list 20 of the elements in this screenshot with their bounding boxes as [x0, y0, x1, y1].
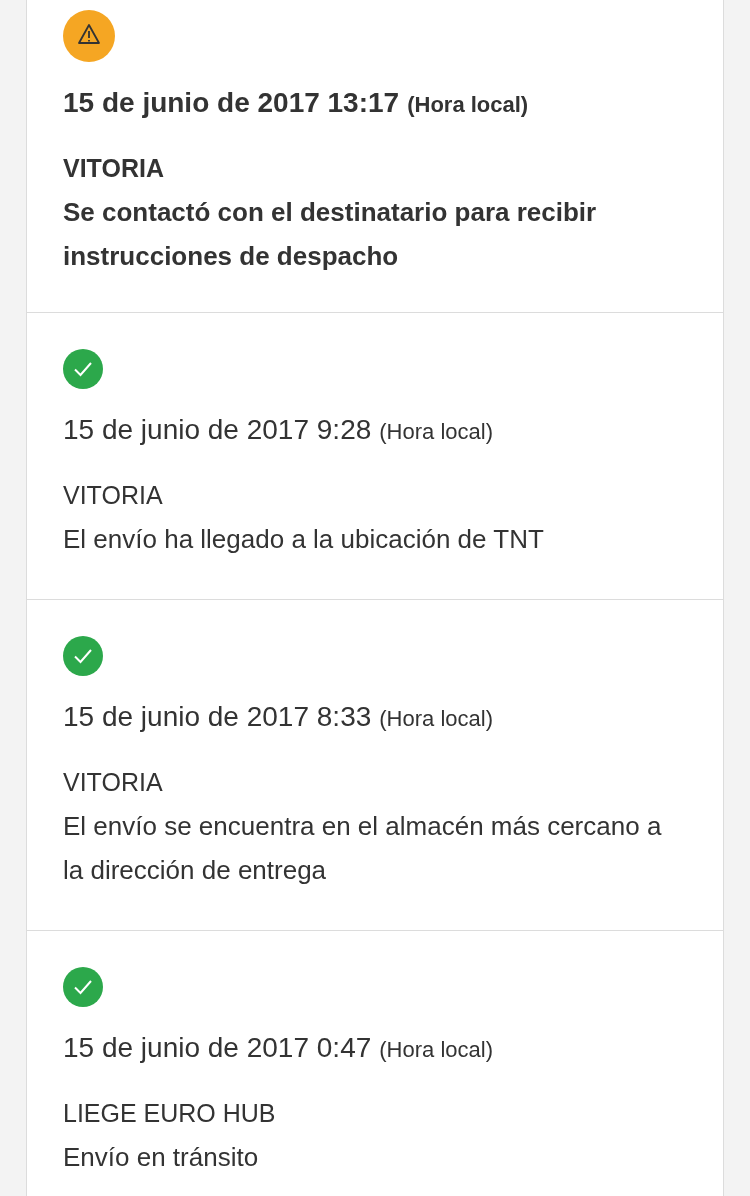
time-zone-label: (Hora local) [407, 91, 529, 119]
time-zone-label: (Hora local) [379, 418, 493, 446]
warning-icon [63, 10, 115, 62]
check-icon [63, 967, 103, 1007]
event-description: Envío en tránsito [63, 1141, 260, 1174]
event-date: 15 de junio de 2017 8:33 [63, 700, 372, 734]
event-description: Se contactó con el destinatario para recibir instrucciones de despacho [63, 196, 598, 273]
time-zone-label: (Hora local) [379, 705, 493, 733]
event-date: 15 de junio de 2017 13:17 [63, 86, 400, 120]
event-description: El envío ha llegado a la ubicación de TNT [63, 523, 545, 556]
check-icon [63, 636, 103, 676]
event-location: VITORIA [63, 480, 164, 511]
event-date: 15 de junio de 2017 0:47 [63, 1031, 372, 1065]
time-zone-label: (Hora local) [379, 1036, 493, 1064]
event-date: 15 de junio de 2017 9:28 [63, 413, 372, 447]
event-description: El envío se encuentra en el almacén más cercano a la dirección de entrega [63, 810, 663, 887]
event-location: VITORIA [63, 767, 164, 798]
check-icon [63, 349, 103, 389]
event-location: LIEGE EURO HUB [63, 1098, 277, 1129]
event-location: VITORIA [63, 153, 165, 184]
